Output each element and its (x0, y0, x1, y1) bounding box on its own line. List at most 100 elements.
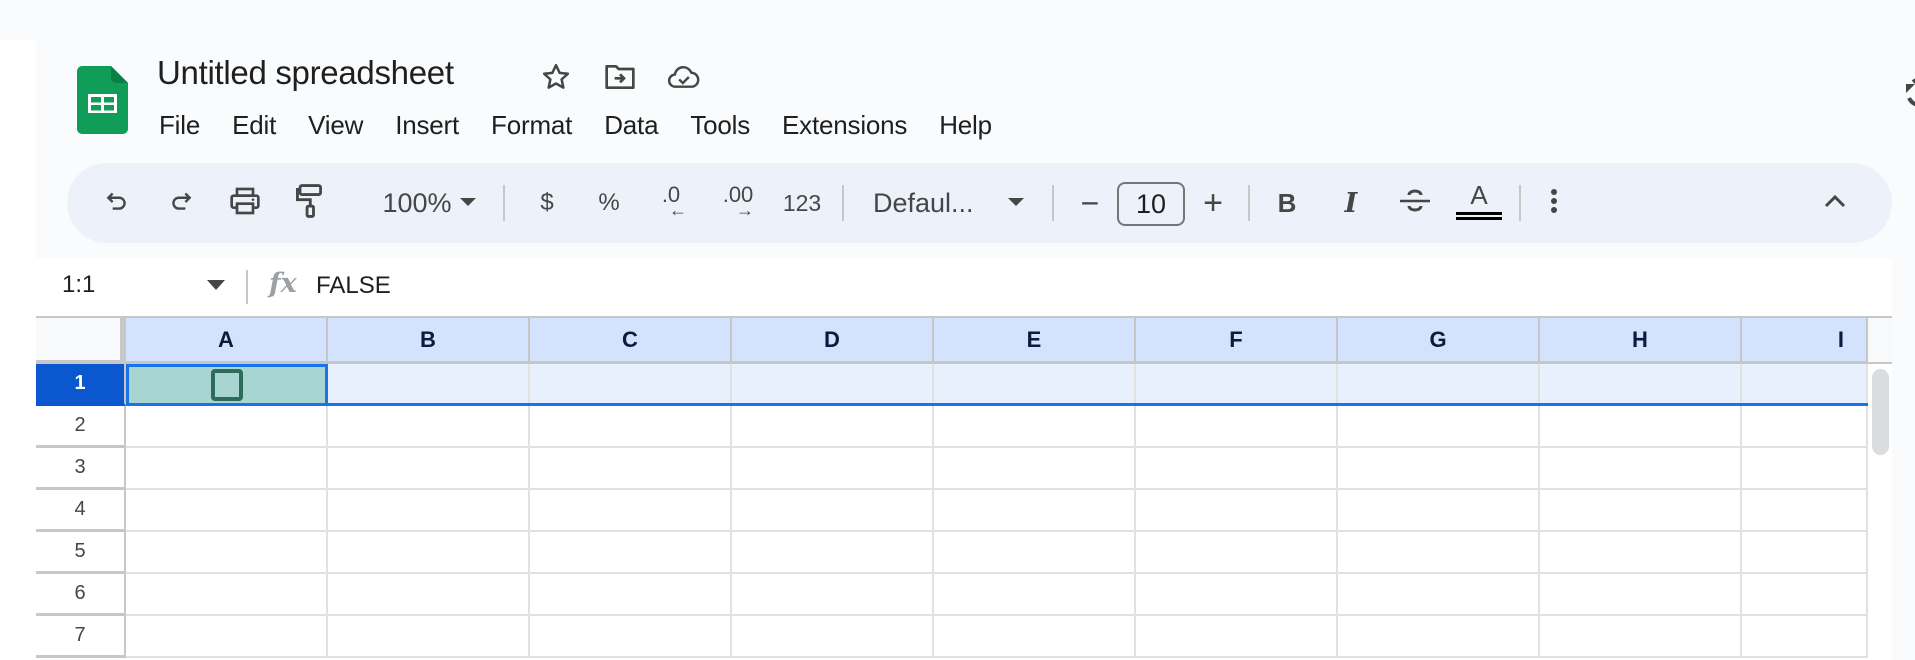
checkbox[interactable] (211, 369, 243, 401)
menu-edit[interactable]: Edit (220, 106, 288, 145)
cell-h7[interactable] (1540, 616, 1742, 658)
cell-c6[interactable] (530, 574, 732, 616)
cell-e2[interactable] (934, 406, 1136, 448)
increase-decimal-button[interactable]: .00 → (713, 163, 763, 243)
zoom-dropdown-arrow[interactable] (453, 163, 483, 243)
cell-g2[interactable] (1338, 406, 1540, 448)
decrease-decimal-button[interactable]: .0 ← (649, 163, 693, 243)
name-box-dropdown[interactable] (206, 278, 230, 296)
cell-i7[interactable] (1742, 616, 1868, 658)
document-title[interactable]: Untitled spreadsheet (157, 54, 454, 92)
cell-e7[interactable] (934, 616, 1136, 658)
decrease-font-size-button[interactable]: − (1072, 163, 1108, 243)
column-header-e[interactable]: E (934, 316, 1136, 364)
cell-d3[interactable] (732, 448, 934, 490)
vertical-scrollbar[interactable] (1868, 364, 1892, 660)
cell-b2[interactable] (328, 406, 530, 448)
cell-a6[interactable] (126, 574, 328, 616)
cell-a4[interactable] (126, 490, 328, 532)
cell-g6[interactable] (1338, 574, 1540, 616)
cell-e6[interactable] (934, 574, 1136, 616)
cell-e1[interactable] (934, 364, 1136, 406)
column-header-f[interactable]: F (1136, 316, 1338, 364)
cell-a7[interactable] (126, 616, 328, 658)
cell-d2[interactable] (732, 406, 934, 448)
cell-g7[interactable] (1338, 616, 1540, 658)
cell-f5[interactable] (1136, 532, 1338, 574)
move-folder-icon[interactable] (603, 60, 637, 94)
menu-tools[interactable]: Tools (678, 106, 762, 145)
currency-format-button[interactable]: $ (529, 163, 565, 243)
cell-a3[interactable] (126, 448, 328, 490)
cell-i4[interactable] (1742, 490, 1868, 532)
cell-b4[interactable] (328, 490, 530, 532)
cell-b5[interactable] (328, 532, 530, 574)
column-header-i[interactable]: I (1742, 316, 1868, 364)
column-header-c[interactable]: C (530, 316, 732, 364)
cell-a2[interactable] (126, 406, 328, 448)
redo-button[interactable] (163, 163, 199, 243)
menu-help[interactable]: Help (927, 106, 1004, 145)
sheets-logo-icon[interactable] (77, 66, 128, 134)
cell-g1[interactable] (1338, 364, 1540, 406)
cell-h6[interactable] (1540, 574, 1742, 616)
percent-format-button[interactable]: % (591, 163, 627, 243)
cell-h5[interactable] (1540, 532, 1742, 574)
cell-b6[interactable] (328, 574, 530, 616)
menu-insert[interactable]: Insert (383, 106, 471, 145)
cell-b3[interactable] (328, 448, 530, 490)
cell-f6[interactable] (1136, 574, 1338, 616)
font-family-dropdown-arrow[interactable] (1001, 163, 1031, 243)
text-color-button[interactable]: A (1453, 163, 1505, 243)
cell-i5[interactable] (1742, 532, 1868, 574)
cell-f4[interactable] (1136, 490, 1338, 532)
cell-c3[interactable] (530, 448, 732, 490)
bold-button[interactable]: B (1267, 163, 1307, 243)
column-header-h[interactable]: H (1540, 316, 1742, 364)
column-header-g[interactable]: G (1338, 316, 1540, 364)
font-size-input[interactable]: 10 (1117, 182, 1185, 226)
collapse-toolbar-button[interactable] (1817, 163, 1853, 243)
cell-c4[interactable] (530, 490, 732, 532)
cell-e4[interactable] (934, 490, 1136, 532)
cell-b7[interactable] (328, 616, 530, 658)
history-icon[interactable] (1903, 74, 1915, 114)
column-header-a[interactable]: A (126, 316, 328, 364)
cell-i6[interactable] (1742, 574, 1868, 616)
column-header-d[interactable]: D (732, 316, 934, 364)
italic-button[interactable]: I (1331, 163, 1371, 243)
cell-i1[interactable] (1742, 364, 1868, 406)
cell-a5[interactable] (126, 532, 328, 574)
cell-d1[interactable] (732, 364, 934, 406)
cell-f3[interactable] (1136, 448, 1338, 490)
cell-c1[interactable] (530, 364, 732, 406)
cell-h4[interactable] (1540, 490, 1742, 532)
row-header-6[interactable]: 6 (36, 574, 126, 616)
formula-input[interactable]: FALSE (316, 272, 391, 300)
increase-font-size-button[interactable]: + (1195, 163, 1231, 243)
column-header-b[interactable]: B (328, 316, 530, 364)
row-header-4[interactable]: 4 (36, 490, 126, 532)
row-header-7[interactable]: 7 (36, 616, 126, 658)
cell-g5[interactable] (1338, 532, 1540, 574)
cell-d6[interactable] (732, 574, 934, 616)
paint-format-button[interactable] (289, 163, 329, 243)
more-formats-button[interactable]: 123 (777, 163, 827, 243)
cell-c2[interactable] (530, 406, 732, 448)
cell-f7[interactable] (1136, 616, 1338, 658)
cloud-saved-icon[interactable] (667, 60, 701, 94)
cell-c5[interactable] (530, 532, 732, 574)
cell-h3[interactable] (1540, 448, 1742, 490)
name-box[interactable]: 1:1 (62, 271, 95, 299)
cell-c7[interactable] (530, 616, 732, 658)
cell-a1[interactable] (126, 364, 328, 406)
cell-f1[interactable] (1136, 364, 1338, 406)
cell-e5[interactable] (934, 532, 1136, 574)
star-icon[interactable] (539, 60, 573, 94)
row-header-3[interactable]: 3 (36, 448, 126, 490)
row-header-5[interactable]: 5 (36, 532, 126, 574)
cell-h2[interactable] (1540, 406, 1742, 448)
menu-file[interactable]: File (147, 106, 212, 145)
more-options-button[interactable] (1539, 163, 1569, 243)
cell-g3[interactable] (1338, 448, 1540, 490)
